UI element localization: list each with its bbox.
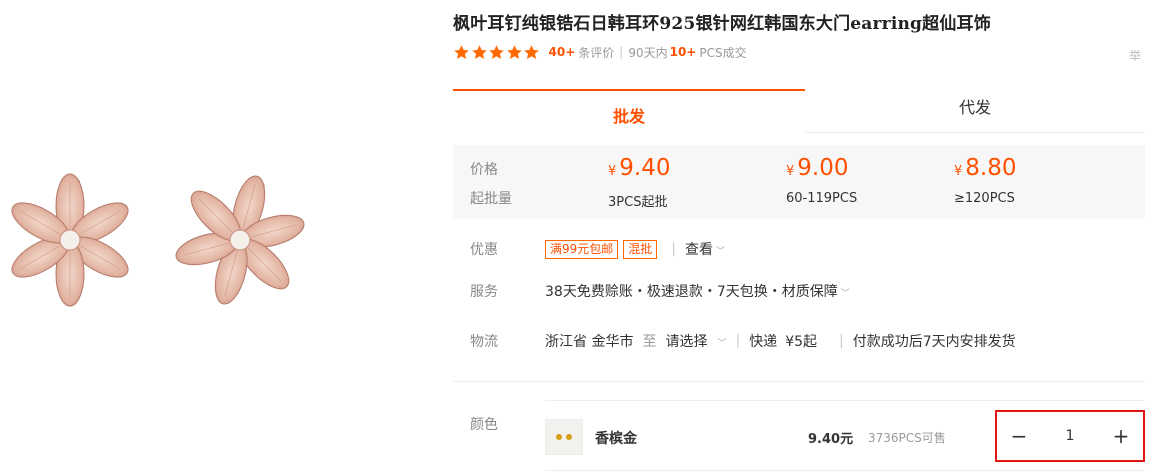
- sku-color-label: 颜色: [470, 417, 498, 433]
- mode-tabs: 批发 代发: [453, 89, 1145, 133]
- price-tier: ¥8.80 ≥120PCS: [954, 153, 1114, 206]
- star-icon: [489, 44, 504, 59]
- sold-label: PCS成交: [699, 45, 747, 60]
- currency-symbol: ¥: [608, 164, 617, 179]
- divider: |: [671, 241, 677, 257]
- promo-label: 优惠: [470, 242, 498, 258]
- logistics-row: 物流 浙江省 金华市 至 请选择 ﹀ | 快递 ¥5起 | 付款成功后7天内安排发…: [470, 331, 1016, 351]
- ship-origin: 浙江省 金华市: [545, 334, 634, 350]
- tier-qty: 3PCS起批: [608, 195, 668, 210]
- star-icon: [454, 44, 469, 59]
- tier-price: 8.80: [965, 155, 1017, 181]
- promo-view-link[interactable]: 查看 ﹀: [685, 239, 725, 259]
- price-table: 价格 起批量 ¥9.40 3PCS起批 ¥9.00 60-119PCS ¥8.8…: [453, 145, 1145, 219]
- promo-tag-mixed-batch: 混批: [623, 239, 658, 259]
- plus-icon[interactable]: +: [1099, 424, 1143, 448]
- sold-count: 10+: [669, 45, 697, 59]
- sku-name: 香槟金: [595, 431, 637, 447]
- divider: |: [735, 333, 741, 349]
- tab-wholesale[interactable]: 批发: [453, 89, 805, 133]
- quantity-stepper[interactable]: − 1 +: [995, 410, 1145, 462]
- promo-tag-free-shipping: 满99元包邮: [545, 239, 619, 259]
- star-icon: [506, 44, 522, 59]
- logistics-label: 物流: [470, 334, 498, 350]
- divider: |: [619, 45, 624, 59]
- review-label[interactable]: 条评价: [578, 44, 614, 61]
- service-row: 服务 38天免费赊账・极速退款・7天包换・材质保障 ﹀: [470, 281, 850, 301]
- moq-label: 起批量: [470, 191, 512, 207]
- currency-symbol: ¥: [954, 164, 963, 179]
- promo-view-label: 查看: [685, 242, 714, 258]
- service-text: 38天免费赊账・极速退款・7天包换・材质保障: [545, 284, 838, 300]
- section-divider: [453, 381, 1145, 382]
- sku-bottom-border: [545, 470, 1145, 471]
- divider: |: [839, 333, 844, 349]
- price-label: 价格: [470, 162, 498, 178]
- tier-price: 9.40: [619, 155, 671, 181]
- chevron-down-icon: ﹀: [717, 339, 727, 349]
- destination-select[interactable]: 请选择 ﹀: [665, 331, 726, 351]
- star-icon: [471, 44, 487, 59]
- service-label: 服务: [470, 284, 498, 300]
- report-link[interactable]: 举: [1129, 47, 1141, 64]
- product-title: 枫叶耳钉纯银锆石日韩耳环925银针网红韩国东大门earring超仙耳饰: [453, 14, 991, 34]
- express-label: 快递: [749, 334, 778, 350]
- chevron-down-icon: ﹀: [840, 289, 850, 299]
- service-guarantees[interactable]: 38天免费赊账・极速退款・7天包换・材质保障 ﹀: [545, 281, 850, 301]
- product-image: [0, 150, 340, 330]
- sku-stock: 3736PCS可售: [868, 431, 946, 445]
- currency-symbol: ¥: [786, 164, 795, 179]
- tier-price: 9.00: [797, 155, 849, 181]
- shipping-fee: ¥5起: [785, 334, 818, 350]
- tier-qty: ≥120PCS: [954, 191, 1015, 206]
- star-rating: [453, 44, 541, 61]
- sku-price: 9.40元: [808, 432, 854, 447]
- shipping-note: 付款成功后7天内安排发货: [852, 334, 1016, 350]
- tab-dropship[interactable]: 代发: [805, 89, 1145, 133]
- ship-to-label: 至: [642, 334, 657, 350]
- price-tier: ¥9.00 60-119PCS: [786, 153, 946, 206]
- chevron-down-icon: ﹀: [716, 247, 726, 257]
- promo-row: 优惠 满99元包邮 混批 | 查看 ﹀: [470, 239, 725, 259]
- sku-thumbnail[interactable]: [545, 419, 583, 455]
- tier-qty: 60-119PCS: [786, 191, 858, 206]
- review-count[interactable]: 40+: [549, 45, 576, 59]
- earring-thumbnail-icon: [556, 434, 572, 440]
- destination-value: 请选择: [665, 334, 708, 350]
- quantity-value[interactable]: 1: [1041, 428, 1099, 444]
- rating-row: 40+ 条评价 | 90天内 10+ PCS成交: [453, 43, 747, 61]
- minus-icon[interactable]: −: [997, 424, 1041, 448]
- sku-top-border: [545, 400, 1145, 401]
- price-tier: ¥9.40 3PCS起批: [608, 153, 768, 210]
- recent-prefix: 90天内: [628, 45, 668, 60]
- star-icon: [524, 44, 539, 59]
